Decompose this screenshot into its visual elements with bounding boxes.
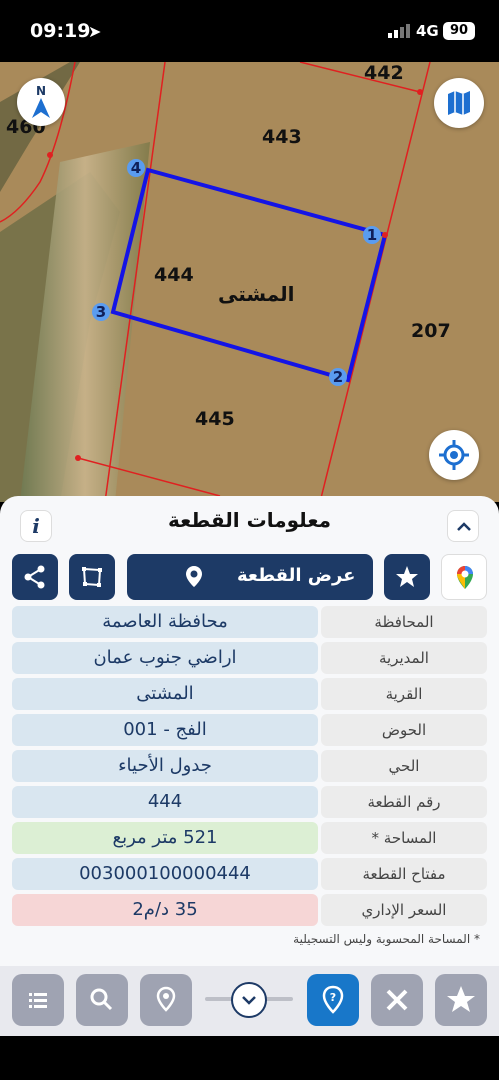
table-row: 444 رقم القطعة xyxy=(12,786,487,818)
chevron-up-icon xyxy=(457,522,471,531)
location-search-button[interactable] xyxy=(140,974,192,1026)
neighborhood-label: الحي xyxy=(321,750,487,782)
area-value: 521 متر مربع xyxy=(12,822,318,854)
area-name-label: المشتى xyxy=(218,282,295,306)
directorate-label: المديرية xyxy=(321,642,487,674)
google-maps-button[interactable] xyxy=(441,554,487,600)
show-parcel-button[interactable]: عرض القطعة xyxy=(127,554,373,600)
star-icon xyxy=(396,566,418,587)
admin-price-label: السعر الإداري xyxy=(321,894,487,926)
svg-text:N: N xyxy=(36,84,46,98)
signal-icon xyxy=(388,24,410,38)
governorate-value: محافظة العاصمة xyxy=(12,606,318,638)
vertex-1: 1 xyxy=(367,226,377,244)
map-layers-button[interactable] xyxy=(434,78,484,128)
village-label: القرية xyxy=(321,678,487,710)
location-pin-icon xyxy=(186,566,202,587)
crosshair-icon xyxy=(439,440,469,470)
location-arrow-icon: ➤ xyxy=(88,22,102,41)
info-table: محافظة العاصمة المحافظة اراضي جنوب عمان … xyxy=(12,606,487,930)
table-row: الفج - 001 الحوض xyxy=(12,714,487,746)
list-icon xyxy=(29,993,47,1008)
share-icon xyxy=(24,565,45,589)
parcel-number-value: 444 xyxy=(12,786,318,818)
show-parcel-label: عرض القطعة xyxy=(237,565,356,586)
area-footnote: * المساحة المحسوبة وليس التسجيلية xyxy=(293,932,480,946)
admin-price-value: 35 د/م2 xyxy=(12,894,318,926)
polygon-icon xyxy=(82,567,102,587)
toolbar-expand-button[interactable] xyxy=(231,982,267,1018)
svg-text:?: ? xyxy=(330,991,336,1004)
parcel-shape-button[interactable] xyxy=(69,554,115,600)
basin-label: الحوض xyxy=(321,714,487,746)
screen: 09:19 ➤ 4G 90 1 2 3 4 442 443 444 445 20… xyxy=(0,0,499,1080)
question-pin-icon: ? xyxy=(322,985,344,1014)
share-button[interactable] xyxy=(12,554,58,600)
village-value: المشتى xyxy=(12,678,318,710)
neighborhood-value: جدول الأحياء xyxy=(12,750,318,782)
governorate-label: المحافظة xyxy=(321,606,487,638)
network-type: 4G xyxy=(416,22,439,40)
favorite-button[interactable] xyxy=(384,554,430,600)
table-row: 003000100000444 مفتاح القطعة xyxy=(12,858,487,890)
table-row: 521 متر مربع المساحة * xyxy=(12,822,487,854)
parcel-number-label: رقم القطعة xyxy=(321,786,487,818)
location-marker-icon xyxy=(156,986,176,1012)
parcel-label-444[interactable]: 444 xyxy=(154,264,194,286)
parcel-info-sheet: i معلومات القطعة عرض القطعة محافظة العاص… xyxy=(0,496,499,966)
status-bar: 09:19 ➤ 4G 90 xyxy=(0,0,499,62)
basin-value: الفج - 001 xyxy=(12,714,318,746)
vertex-4: 4 xyxy=(131,159,141,177)
star-icon xyxy=(447,986,475,1012)
parcel-label-207[interactable]: 207 xyxy=(411,320,451,342)
directorate-value: اراضي جنوب عمان xyxy=(12,642,318,674)
compass-button[interactable]: N xyxy=(17,78,65,126)
sheet-title: معلومات القطعة xyxy=(168,508,331,532)
vertex-3: 3 xyxy=(96,303,106,321)
chevron-down-icon xyxy=(242,996,256,1005)
table-row: جدول الأحياء الحي xyxy=(12,750,487,782)
table-row: اراضي جنوب عمان المديرية xyxy=(12,642,487,674)
map-icon xyxy=(448,91,470,115)
home-indicator-area xyxy=(0,1036,499,1080)
table-row: 35 د/م2 السعر الإداري xyxy=(12,894,487,926)
my-location-button[interactable] xyxy=(429,430,479,480)
compass-icon: N xyxy=(32,84,50,118)
search-button[interactable] xyxy=(76,974,128,1026)
list-button[interactable] xyxy=(12,974,64,1026)
vertex-2: 2 xyxy=(333,368,343,386)
table-row: المشتى القرية xyxy=(12,678,487,710)
parcel-label-445[interactable]: 445 xyxy=(195,408,235,430)
help-location-button[interactable]: ? xyxy=(307,974,359,1026)
battery-indicator: 90 xyxy=(443,22,475,40)
tools-button[interactable] xyxy=(371,974,423,1026)
map-view[interactable]: 1 2 3 4 442 443 444 445 207 460 المشتى N xyxy=(0,62,499,502)
google-maps-icon xyxy=(457,566,473,589)
area-label: المساحة * xyxy=(321,822,487,854)
parcel-label-442[interactable]: 442 xyxy=(364,62,404,84)
table-row: محافظة العاصمة المحافظة xyxy=(12,606,487,638)
status-time: 09:19 xyxy=(30,20,91,42)
collapse-button[interactable] xyxy=(447,510,479,542)
tools-icon xyxy=(386,989,408,1011)
favorites-button[interactable] xyxy=(435,974,487,1026)
parcel-key-value: 003000100000444 xyxy=(12,858,318,890)
bottom-toolbar: ? xyxy=(0,966,499,1036)
search-icon xyxy=(90,988,113,1011)
parcel-label-443[interactable]: 443 xyxy=(262,126,302,148)
parcel-key-label: مفتاح القطعة xyxy=(321,858,487,890)
